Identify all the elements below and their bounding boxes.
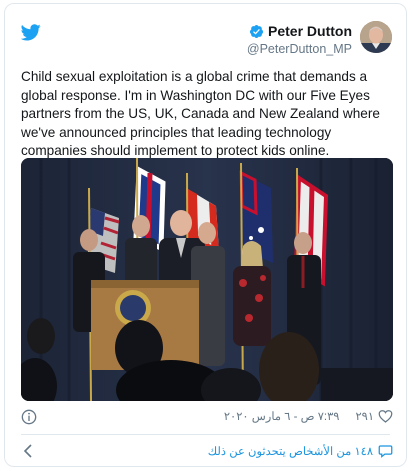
verified-badge-icon (249, 24, 264, 38)
avatar[interactable] (360, 21, 392, 53)
people-talking-label[interactable]: ١٤٨ من الأشخاص يتحدثون عن ذلك (208, 444, 373, 458)
twitter-bird-icon[interactable] (21, 24, 41, 41)
author-handle[interactable]: @PeterDutton_MP (247, 42, 352, 56)
tweet-timestamp[interactable]: ٧:٣٩ ص - ٦ مارس ٢٠٢٠ (224, 409, 340, 423)
info-icon[interactable] (21, 409, 37, 425)
tweet-text: Child sexual exploitation is a global cr… (21, 69, 380, 158)
heart-icon[interactable] (378, 409, 393, 423)
tweet-footer: ١٤٨ من الأشخاص يتحدثون عن ذلك (21, 442, 393, 460)
tweet-photo[interactable] (21, 158, 393, 401)
people-talking-link[interactable]: ١٤٨ من الأشخاص يتحدثون عن ذلك (208, 444, 393, 458)
embedded-tweet-card[interactable]: Peter Dutton @PeterDutton_MP Child sexua… (4, 3, 407, 467)
press-conference-photo (21, 158, 393, 401)
like-count[interactable]: ٢٩١ (355, 409, 374, 423)
comment-icon (378, 445, 393, 458)
tweet-meta-row: ٧:٣٩ ص - ٦ مارس ٢٠٢٠ ٢٩١ (21, 408, 393, 426)
chevron-left-icon[interactable] (23, 444, 33, 458)
tweet-author[interactable]: Peter Dutton @PeterDutton_MP (247, 23, 352, 56)
avatar-image (360, 21, 392, 53)
author-name[interactable]: Peter Dutton (268, 23, 352, 39)
divider (21, 434, 390, 435)
